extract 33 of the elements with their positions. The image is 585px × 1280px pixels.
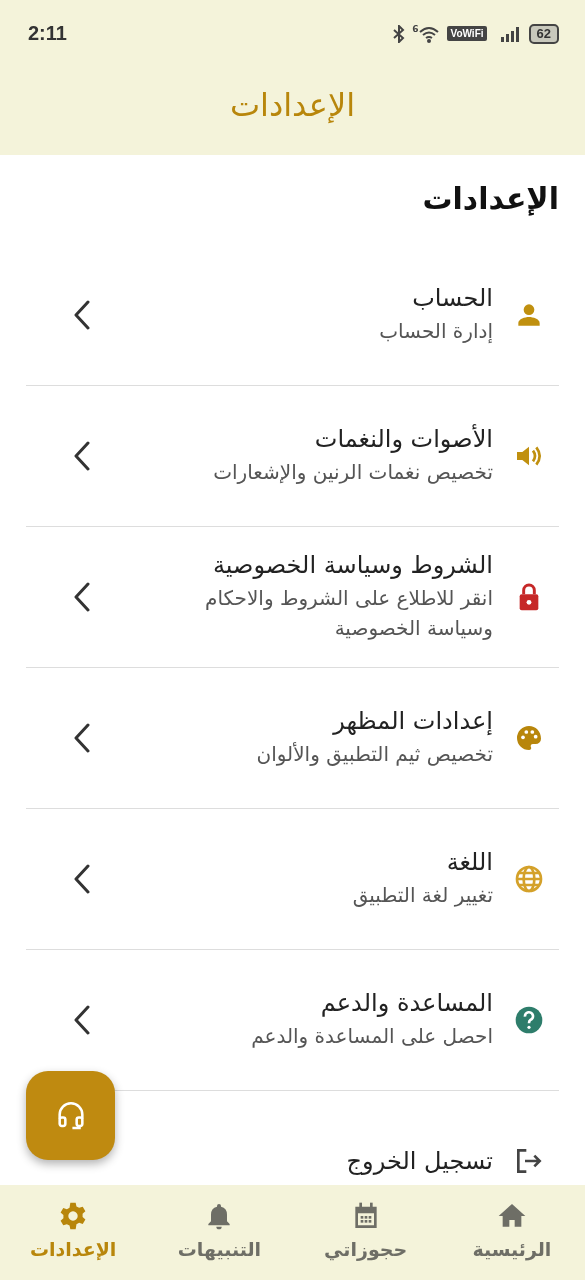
chevron-icon: [74, 300, 90, 330]
signal-icon: [499, 25, 522, 42]
battery-indicator: 62: [528, 23, 559, 44]
vowifi-badge: VoWiFi: [447, 26, 487, 41]
item-subtitle: تخصيص ثيم التطبيق والألوان: [256, 741, 493, 768]
chevron-icon: [74, 864, 90, 894]
app-bar-title: الإعدادات: [229, 86, 356, 124]
item-title: الأصوات والنغمات: [314, 425, 493, 453]
bluetooth-icon: [393, 24, 406, 43]
nav-tab[interactable]: الإعدادات: [0, 1185, 147, 1280]
chevron-icon: [74, 1005, 90, 1035]
chevron-icon: [74, 441, 90, 471]
item-subtitle: تخصيص نغمات الرنين والإشعارات: [213, 459, 493, 486]
item-subtitle: احصل على المساعدة والدعم: [251, 1023, 493, 1050]
nav-tab[interactable]: حجوزاتي: [292, 1185, 439, 1280]
item-title: المساعدة والدعم: [320, 989, 493, 1017]
item-subtitle: إدارة الحساب: [379, 318, 493, 345]
page-title: الإعدادات: [422, 181, 559, 216]
status-time: 2:11: [28, 22, 67, 45]
item-title: تسجيل الخروج: [346, 1147, 493, 1175]
wifi-icon: [418, 24, 441, 43]
nav-tab[interactable]: الرئيسية: [438, 1185, 585, 1280]
item-subtitle: تغيير لغة التطبيق: [352, 882, 493, 909]
nav-tab[interactable]: التنبيهات: [146, 1185, 293, 1280]
item-title: اللغة: [446, 848, 493, 876]
chevron-icon: [74, 723, 90, 753]
chevron-icon: [74, 582, 90, 612]
item-title: إعدادات المظهر: [333, 707, 493, 735]
support-button[interactable]: [26, 1071, 115, 1160]
item-title: الشروط وسياسة الخصوصية: [212, 551, 493, 579]
item-subtitle: انقر للاطلاع على الشروط والاحكام وسياسة الخصوصية: [204, 585, 493, 642]
item-title: الحساب: [412, 284, 493, 312]
wifi-band-label: 6: [412, 24, 419, 34]
